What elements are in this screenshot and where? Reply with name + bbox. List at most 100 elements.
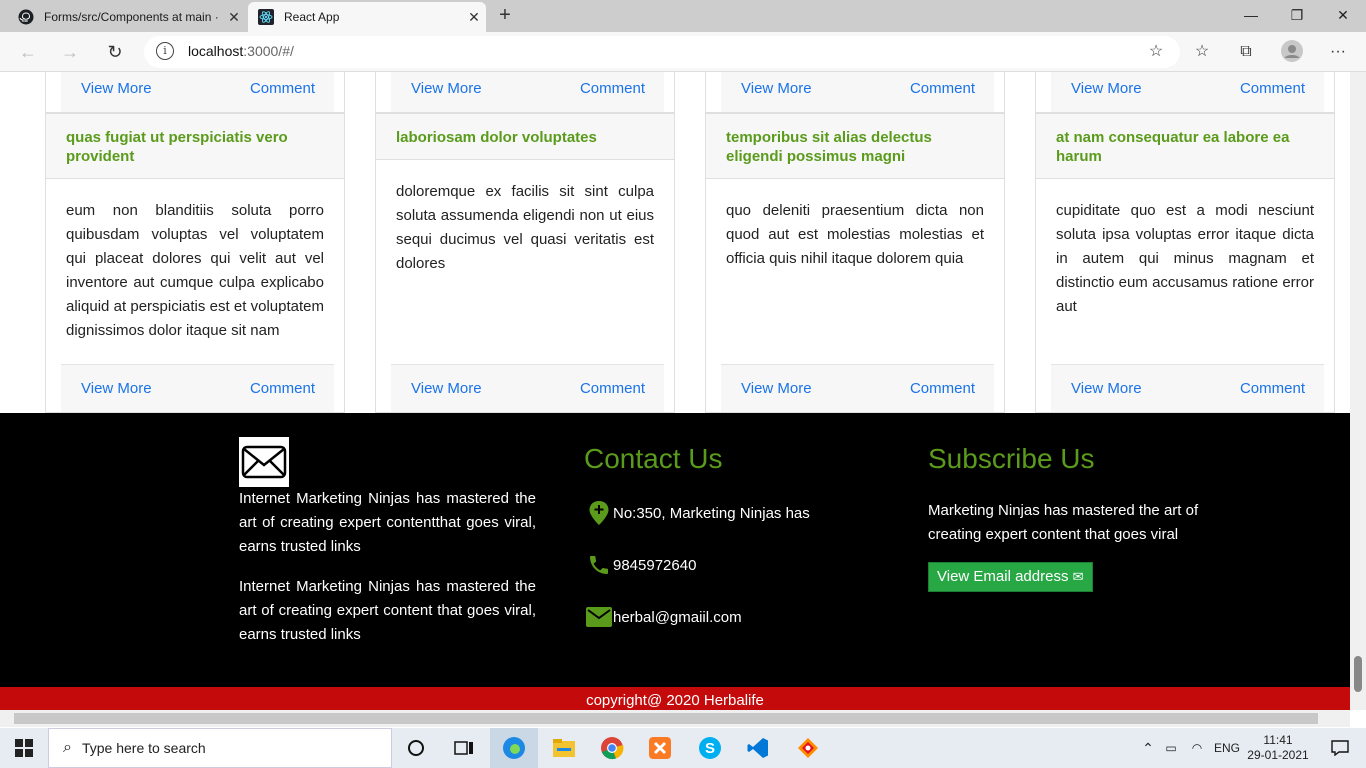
view-more-link[interactable]: View More	[411, 80, 482, 97]
browser-toolbar: ← → ↻ i localhost:3000/#/ ☆ ☆ ⧉ ···	[0, 32, 1366, 72]
search-placeholder: Type here to search	[81, 740, 206, 756]
contact-phone: 9845972640	[585, 551, 696, 579]
card-body: quo deleniti praesentium dicta non quod …	[726, 202, 984, 267]
view-more-link[interactable]: View More	[741, 380, 812, 397]
card-footer: View More Comment	[721, 72, 994, 112]
tab-github[interactable]: Forms/src/Components at main · ✕	[8, 2, 246, 32]
chrome-icon[interactable]	[588, 728, 636, 768]
comment-link[interactable]: Comment	[1240, 380, 1305, 397]
site-footer: Internet Marketing Ninjas has mastered t…	[0, 413, 1350, 687]
clock-date: 29-01-2021	[1247, 748, 1309, 762]
comment-link[interactable]: Comment	[250, 380, 315, 397]
scrollbar-thumb[interactable]	[1354, 656, 1362, 692]
view-more-link[interactable]: View More	[1071, 80, 1142, 97]
post-card: quas fugiat ut perspiciatis vero provide…	[45, 113, 345, 413]
vscode-icon[interactable]	[734, 728, 782, 768]
tab-title: React App	[284, 10, 340, 24]
chevron-up-icon[interactable]: ⌃	[1138, 740, 1158, 757]
contact-address: No:350, Marketing Ninjas has	[585, 499, 810, 527]
envelope-icon	[239, 437, 289, 487]
react-icon	[258, 9, 274, 25]
view-more-link[interactable]: View More	[81, 80, 152, 97]
favorites-icon[interactable]: ☆	[1190, 40, 1214, 64]
edge-browser-icon[interactable]	[490, 728, 538, 768]
maximize-icon[interactable]: ❐	[1274, 0, 1320, 32]
refresh-icon[interactable]: ↻	[101, 38, 129, 66]
url-text[interactable]: localhost:3000/#/	[188, 43, 294, 59]
post-card: at nam consequatur ea labore ea harum cu…	[1035, 113, 1335, 413]
info-icon[interactable]: i	[156, 42, 174, 60]
add-favorite-icon[interactable]: ☆	[1144, 40, 1168, 64]
subscribe-text: Marketing Ninjas has mastered the art of…	[928, 502, 1199, 543]
file-explorer-icon[interactable]	[540, 728, 588, 768]
comment-link[interactable]: Comment	[580, 80, 645, 97]
clock-time: 11:41	[1263, 733, 1293, 747]
search-icon: ⌕	[63, 739, 72, 756]
back-arrow-icon[interactable]: ←	[14, 38, 42, 66]
close-icon[interactable]: ✕	[222, 9, 246, 26]
copyright-bar: copyright@ 2020 Herbalife	[0, 687, 1350, 710]
about-paragraph: Internet Marketing Ninjas has mastered t…	[239, 578, 536, 643]
email-text: herbal@gmaiil.com	[613, 608, 742, 626]
new-tab-plus-icon[interactable]: +	[494, 4, 516, 26]
view-more-link[interactable]: View More	[1071, 380, 1142, 397]
language-indicator[interactable]: ENG	[1210, 741, 1244, 755]
svg-text:S: S	[705, 740, 715, 757]
skype-icon[interactable]: S	[686, 728, 734, 768]
clock[interactable]: 11:41 29-01-2021	[1246, 728, 1310, 768]
page-viewport: View More Comment View More Comment View…	[0, 72, 1350, 710]
envelope-icon: ✉	[1072, 569, 1084, 584]
notification-icon[interactable]	[1316, 728, 1364, 768]
card-footer: View More Comment	[391, 364, 664, 412]
scrollbar-thumb[interactable]	[14, 713, 1318, 724]
xampp-icon[interactable]	[636, 728, 684, 768]
card-footer: View More Comment	[1051, 72, 1324, 112]
window-close-icon[interactable]: ✕	[1320, 0, 1366, 32]
cortana-icon[interactable]	[392, 728, 440, 768]
close-icon[interactable]: ✕	[462, 9, 486, 26]
view-more-link[interactable]: View More	[741, 80, 812, 97]
card-footer: View More Comment	[391, 72, 664, 112]
card-title: laboriosam dolor voluptates	[376, 114, 674, 160]
system-tray: ⌃ ▭ ◠ ENG	[1138, 728, 1244, 768]
card-body: eum non blanditiis soluta porro quibusda…	[66, 202, 324, 339]
phone-icon	[585, 551, 613, 579]
card-body: doloremque ex facilis sit sint culpa sol…	[396, 183, 654, 272]
comment-link[interactable]: Comment	[250, 80, 315, 97]
comment-link[interactable]: Comment	[910, 380, 975, 397]
battery-icon[interactable]: ▭	[1158, 741, 1184, 755]
view-more-link[interactable]: View More	[411, 380, 482, 397]
comment-link[interactable]: Comment	[910, 80, 975, 97]
forward-arrow-icon[interactable]: →	[56, 38, 84, 66]
browser-tab-bar: Forms/src/Components at main · ✕ React A…	[0, 0, 1366, 32]
card-title: at nam consequatur ea labore ea harum	[1036, 114, 1334, 179]
card-footer: View More Comment	[1051, 364, 1324, 412]
wifi-icon[interactable]: ◠	[1184, 741, 1210, 755]
collections-icon[interactable]: ⧉	[1234, 40, 1258, 64]
view-email-button[interactable]: View Email address ✉	[928, 562, 1093, 592]
comment-link[interactable]: Comment	[1240, 80, 1305, 97]
post-card: laboriosam dolor voluptates doloremque e…	[375, 113, 675, 413]
taskbar-search-box[interactable]: ⌕ Type here to search	[48, 728, 392, 768]
windows-start-icon[interactable]	[0, 728, 48, 768]
vertical-scrollbar[interactable]	[1350, 72, 1366, 710]
paint-3d-icon[interactable]	[784, 728, 832, 768]
more-options-icon[interactable]: ···	[1326, 40, 1350, 64]
windows-taskbar: ⌕ Type here to search S ⌃ ▭ ◠ ENG 11:41 …	[0, 728, 1366, 768]
location-pin-icon	[585, 499, 613, 527]
task-view-icon[interactable]	[440, 728, 488, 768]
card-footer: View More Comment	[61, 72, 334, 112]
github-icon	[18, 9, 34, 25]
view-email-label: View Email address	[937, 568, 1069, 585]
card-footer: View More Comment	[721, 364, 994, 412]
contact-heading: Contact Us	[584, 443, 723, 474]
address-bar[interactable]: i localhost:3000/#/ ☆	[144, 36, 1180, 68]
comment-link[interactable]: Comment	[580, 380, 645, 397]
tab-title: Forms/src/Components at main ·	[44, 10, 219, 24]
tab-react-app[interactable]: React App ✕	[248, 2, 486, 32]
view-more-link[interactable]: View More	[81, 380, 152, 397]
contact-email: herbal@gmaiil.com	[585, 603, 742, 631]
profile-avatar-icon[interactable]	[1280, 40, 1304, 64]
minimize-icon[interactable]: —	[1228, 0, 1274, 32]
horizontal-scrollbar[interactable]	[0, 710, 1350, 727]
